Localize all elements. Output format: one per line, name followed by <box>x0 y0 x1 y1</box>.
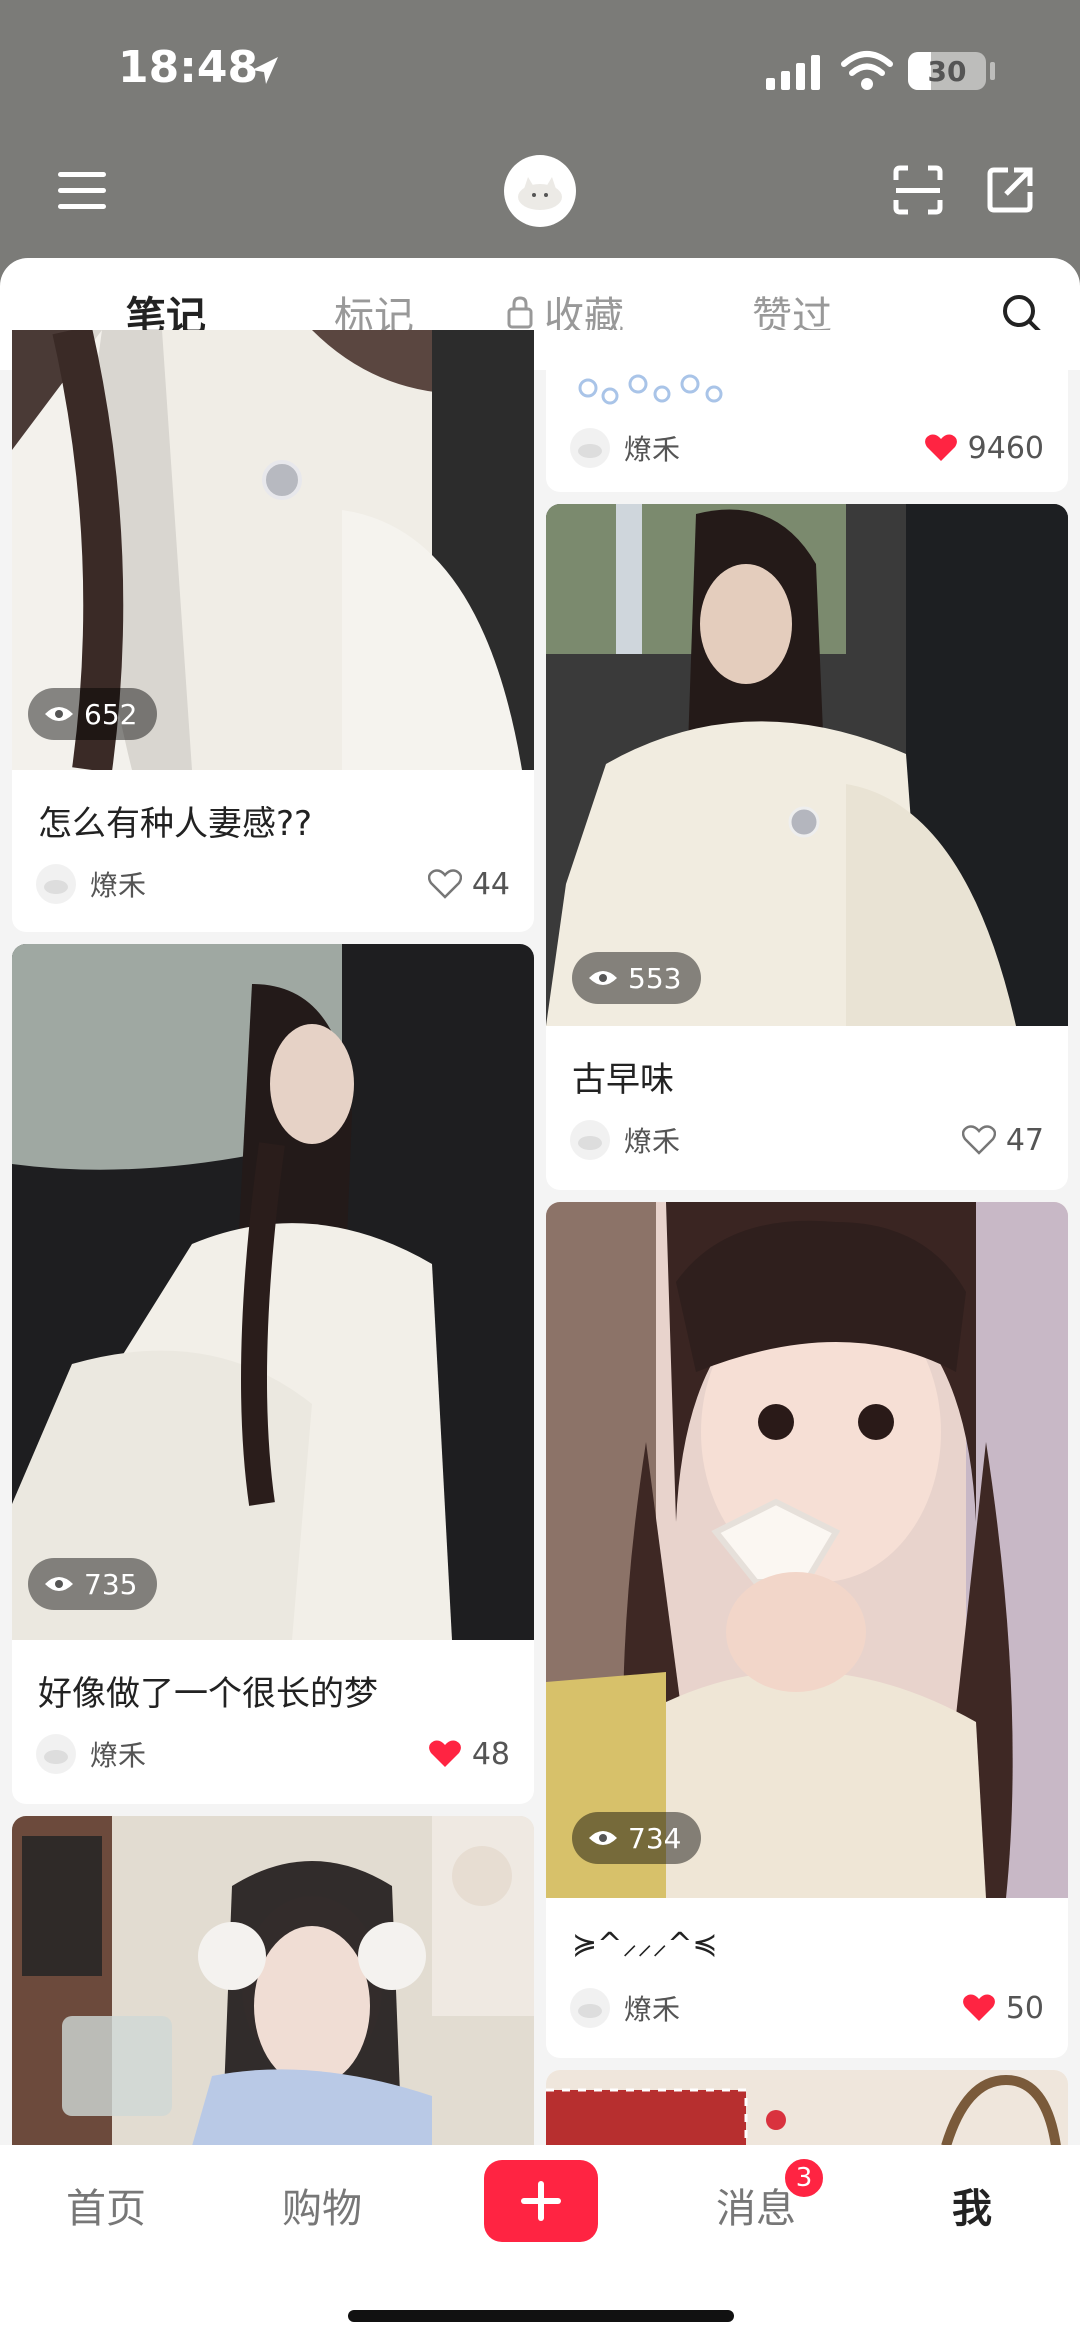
cat-avatar-icon <box>518 177 562 210</box>
author-name: 燎禾 <box>624 1125 681 1158</box>
heart-filled-icon <box>428 1740 461 1767</box>
status-time: 18:48 <box>118 42 259 93</box>
location-arrow-icon <box>252 57 278 84</box>
view-count-value: 553 <box>628 961 682 995</box>
post-meta: 燎禾 50 <box>570 1984 1044 2032</box>
author-avatar <box>36 1734 76 1774</box>
heart-filled-icon <box>962 1994 995 2021</box>
post-card[interactable]: 652 怎么有种人妻感?? 燎禾 44 <box>12 330 534 932</box>
view-count-value: 734 <box>628 1821 682 1855</box>
messages-badge: 3 <box>782 2156 826 2200</box>
author-name: 燎禾 <box>624 433 681 466</box>
heart-outline-icon <box>961 1125 996 1155</box>
post-meta: 燎禾 47 <box>570 1116 1044 1164</box>
battery-tip <box>990 62 995 80</box>
like-count: 44 <box>471 866 510 902</box>
like-count: 48 <box>471 1736 510 1772</box>
cat-avatar-icon <box>578 1136 602 1150</box>
heart-filled-icon <box>924 434 957 461</box>
nav-shop[interactable]: 购物 <box>282 2176 362 2234</box>
wifi-icon <box>841 51 893 90</box>
post-card[interactable]: 燎禾 9460 <box>546 330 1068 492</box>
author-avatar <box>570 428 610 468</box>
like-count: 47 <box>1005 1122 1044 1158</box>
like-button[interactable]: 9460 <box>924 431 1044 466</box>
post-photo <box>546 2070 1068 2146</box>
cat-avatar-icon <box>44 880 68 894</box>
cat-avatar-icon <box>44 1750 68 1764</box>
lock-icon <box>507 296 533 329</box>
like-button[interactable]: 50 <box>962 1991 1044 2026</box>
scan-icon[interactable] <box>892 164 944 216</box>
profile-avatar[interactable] <box>504 155 576 227</box>
author-avatar <box>36 864 76 904</box>
cat-avatar-icon <box>578 444 602 458</box>
add-post-button[interactable] <box>484 2160 598 2242</box>
post-card[interactable] <box>546 2070 1068 2146</box>
like-count: 9460 <box>967 430 1044 466</box>
view-count: 735 <box>28 1558 158 1610</box>
battery-icon: 30 <box>908 52 986 90</box>
post-photo <box>546 1202 1068 1898</box>
like-button[interactable]: 47 <box>961 1122 1044 1158</box>
cat-avatar-icon <box>578 2004 602 2018</box>
post-title: ≽^⸝⸝⸝^≼ <box>572 1927 718 1962</box>
like-button[interactable]: 48 <box>428 1737 510 1772</box>
post-card[interactable]: 553 古早味 燎禾 47 <box>546 504 1068 1190</box>
author-avatar <box>570 1120 610 1160</box>
post-title: 古早味 <box>572 1060 674 1100</box>
post-meta: 燎禾 44 <box>36 860 510 908</box>
author-name: 燎禾 <box>90 869 147 902</box>
post-card[interactable]: 735 好像做了一个很长的梦 燎禾 48 <box>12 944 534 1804</box>
view-count: 553 <box>572 952 702 1004</box>
eye-icon <box>45 1577 73 1591</box>
signal-icon <box>766 55 820 90</box>
post-photo <box>546 504 1068 1026</box>
view-count: 652 <box>28 688 158 740</box>
post-photo <box>12 1816 534 2146</box>
view-count-value: 735 <box>84 1567 138 1601</box>
nav-me[interactable]: 我 <box>952 2176 992 2234</box>
post-meta: 燎禾 9460 <box>570 424 1044 472</box>
nav-home[interactable]: 首页 <box>66 2176 146 2234</box>
post-card[interactable]: 734 ≽^⸝⸝⸝^≼ 燎禾 50 <box>546 1202 1068 2058</box>
plus-icon <box>521 2181 561 2221</box>
post-photo <box>12 944 534 1640</box>
post-card[interactable] <box>12 1816 534 2146</box>
view-count: 734 <box>572 1812 702 1864</box>
home-indicator <box>348 2310 734 2322</box>
eye-icon <box>589 1831 617 1845</box>
author-name: 燎禾 <box>624 1993 681 2026</box>
post-title: 怎么有种人妻感?? <box>38 804 313 844</box>
eye-icon <box>589 971 617 985</box>
post-title: 好像做了一个很长的梦 <box>38 1674 378 1714</box>
heart-outline-icon <box>427 869 462 899</box>
bubbles-decoration <box>578 374 723 405</box>
battery-level: 30 <box>927 54 967 88</box>
eye-icon <box>45 707 73 721</box>
view-count-value: 652 <box>84 697 138 731</box>
like-count: 50 <box>1005 1990 1044 2026</box>
share-icon[interactable] <box>984 164 1036 216</box>
author-name: 燎禾 <box>90 1739 147 1772</box>
menu-icon[interactable] <box>56 168 108 214</box>
like-button[interactable]: 44 <box>427 866 510 902</box>
post-meta: 燎禾 48 <box>36 1730 510 1778</box>
author-avatar <box>570 1988 610 2028</box>
